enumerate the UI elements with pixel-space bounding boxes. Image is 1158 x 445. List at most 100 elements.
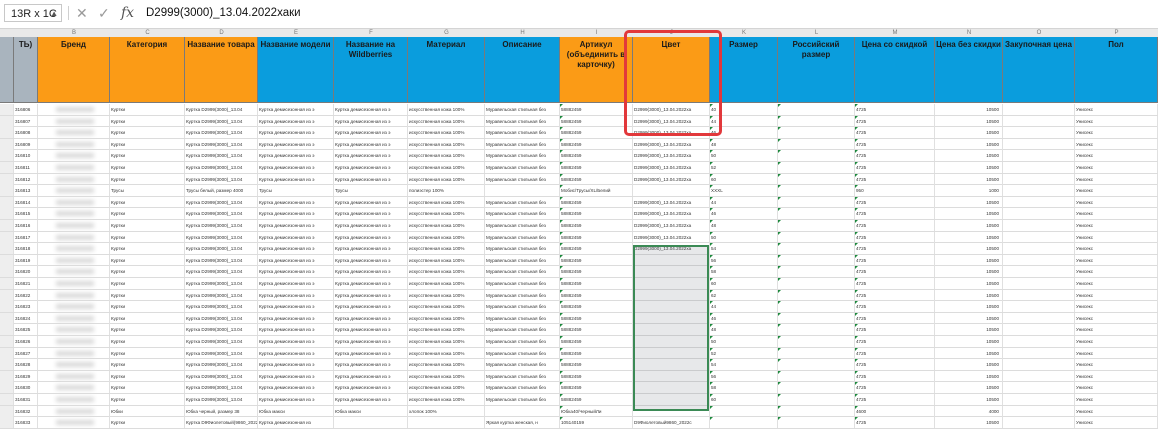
table-cell[interactable]: искусственная кожа 100% <box>408 266 485 278</box>
table-cell[interactable]: 48 <box>710 220 778 231</box>
table-cell[interactable]: Куртка демисезонная из э <box>258 312 334 324</box>
table-cell[interactable]: 50 <box>710 231 778 243</box>
table-cell[interactable]: 58882459 <box>560 370 633 382</box>
table-cell[interactable]: Юбка макси <box>258 405 334 417</box>
brand-cell[interactable] <box>38 254 110 266</box>
table-cell[interactable]: Куртка D2999(3000)_13.04 <box>185 289 258 301</box>
table-cell[interactable] <box>334 417 408 429</box>
table-cell[interactable]: Куртка D2999(3000)_13.04 <box>185 278 258 289</box>
column-letter[interactable]: F <box>334 29 408 37</box>
table-cell[interactable]: Куртка демисезонная из э <box>334 301 408 313</box>
table-cell[interactable]: Куртка демисезонная из э <box>258 104 334 115</box>
table-cell[interactable] <box>485 405 560 417</box>
row-number-cell[interactable] <box>0 394 14 405</box>
table-cell[interactable]: 44 <box>710 301 778 313</box>
table-cell[interactable]: Куртки <box>110 370 185 382</box>
table-cell[interactable]: 4725 <box>855 382 935 394</box>
table-cell[interactable]: искусственная кожа 100% <box>408 359 485 371</box>
table-cell[interactable]: искусственная кожа 100% <box>408 115 485 127</box>
table-cell[interactable]: Унисекс <box>1075 405 1158 417</box>
table-cell[interactable] <box>1003 254 1075 266</box>
table-cell[interactable]: 10500 <box>935 347 1003 359</box>
table-cell[interactable]: Куртка D2999(3000)_13.04 <box>185 382 258 394</box>
table-cell[interactable]: 10500 <box>935 254 1003 266</box>
table-cell[interactable]: 48 <box>710 138 778 150</box>
table-cell[interactable]: Куртка демисезонная из э <box>258 336 334 347</box>
table-cell[interactable] <box>778 370 855 382</box>
table-cell[interactable]: Куртка демисезонная из э <box>258 243 334 255</box>
table-cell[interactable] <box>1003 382 1075 394</box>
table-cell[interactable]: Куртка демисезонная из э <box>258 301 334 313</box>
table-cell[interactable]: 10500 <box>935 312 1003 324</box>
data-grid[interactable]: 316806 Куртки Куртка D2999(3000)_13.04 Курт… <box>0 104 1158 445</box>
table-cell[interactable]: Куртка D2999(3000)_13.04 <box>185 336 258 347</box>
table-cell[interactable]: Куртка демисезонная из э <box>334 115 408 127</box>
table-cell[interactable] <box>1003 104 1075 115</box>
brand-cell[interactable] <box>38 347 110 359</box>
table-cell[interactable]: 4725 <box>855 394 935 405</box>
table-cell[interactable]: Куртки <box>110 301 185 313</box>
table-cell[interactable] <box>778 382 855 394</box>
brand-cell[interactable] <box>38 266 110 278</box>
table-cell[interactable]: Унисекс <box>1075 301 1158 313</box>
table-cell[interactable]: Куртки <box>110 324 185 336</box>
table-cell[interactable]: Куртка демисезонная из э <box>258 347 334 359</box>
table-cell[interactable]: Унисекс <box>1075 417 1158 429</box>
table-cell[interactable]: Унисекс <box>1075 324 1158 336</box>
table-cell[interactable]: Куртка демисезонная из э <box>258 162 334 173</box>
table-cell[interactable]: 52 <box>710 162 778 173</box>
table-row[interactable]: 316831 Куртки Куртка D2999(3000)_13.04 Курт… <box>0 394 1158 406</box>
row-number-cell[interactable] <box>0 173 14 185</box>
header-cell[interactable]: Цена без скидки <box>935 37 1003 103</box>
table-cell[interactable]: Куртки <box>110 173 185 185</box>
table-cell[interactable]: 316807 <box>14 115 38 127</box>
table-cell[interactable] <box>1003 301 1075 313</box>
column-letter[interactable]: E <box>258 29 334 37</box>
table-cell[interactable]: Куртки <box>110 382 185 394</box>
table-cell[interactable]: 316808 <box>14 127 38 139</box>
table-cell[interactable]: 58 <box>710 266 778 278</box>
table-cell[interactable]: 4725 <box>855 347 935 359</box>
table-cell[interactable]: 316814 <box>14 196 38 208</box>
header-cell[interactable]: Цена со скидкой <box>855 37 935 103</box>
table-cell[interactable]: 58882459 <box>560 115 633 127</box>
table-cell[interactable]: Куртки <box>110 220 185 231</box>
row-number-cell[interactable] <box>0 138 14 150</box>
table-cell[interactable]: 10500 <box>935 196 1003 208</box>
table-cell[interactable] <box>778 336 855 347</box>
table-cell[interactable]: Муравельская стильная без <box>485 150 560 162</box>
table-cell[interactable]: Муравельская стильная без <box>485 220 560 231</box>
table-cell[interactable]: Муравельская стильная без <box>485 196 560 208</box>
column-letter[interactable]: G <box>408 29 485 37</box>
brand-cell[interactable] <box>38 336 110 347</box>
table-cell[interactable]: Куртка демисезонная из э <box>334 278 408 289</box>
table-cell[interactable]: Трусы <box>258 185 334 197</box>
table-row[interactable]: 316819 Куртки Куртка D2999(3000)_13.04 Курт… <box>0 254 1158 267</box>
table-cell[interactable]: Куртка D2999(3000)_13.04 <box>185 220 258 231</box>
table-cell[interactable]: искусственная кожа 100% <box>408 173 485 185</box>
table-cell[interactable]: Муравельская стильная без <box>485 104 560 115</box>
row-number-cell[interactable] <box>0 243 14 255</box>
table-cell[interactable]: искусственная кожа 100% <box>408 104 485 115</box>
header-cell[interactable]: Категория <box>110 37 185 103</box>
table-cell[interactable]: 316829 <box>14 370 38 382</box>
table-cell[interactable]: 58882459 <box>560 301 633 313</box>
table-cell[interactable]: 58882459 <box>560 394 633 405</box>
table-cell[interactable]: 10500 <box>935 324 1003 336</box>
table-cell[interactable]: 60 <box>710 394 778 405</box>
table-cell[interactable]: 54 <box>710 359 778 371</box>
table-cell[interactable]: 4725 <box>855 289 935 301</box>
table-cell[interactable] <box>778 324 855 336</box>
table-cell[interactable] <box>778 208 855 220</box>
brand-cell[interactable] <box>38 417 110 429</box>
table-cell[interactable]: Муравельская стильная без <box>485 208 560 220</box>
table-cell[interactable] <box>1003 278 1075 289</box>
row-number-cell[interactable] <box>0 278 14 289</box>
header-cell[interactable]: Описание <box>485 37 560 103</box>
table-row[interactable]: 316808 Куртки Куртка D2999(3000)_13.04 Курт… <box>0 127 1158 139</box>
table-cell[interactable]: Трусы <box>110 185 185 197</box>
table-cell[interactable]: 58882459 <box>560 208 633 220</box>
table-cell[interactable]: 316812 <box>14 173 38 185</box>
table-cell[interactable]: Унисекс <box>1075 394 1158 405</box>
table-cell[interactable]: 58882459 <box>560 254 633 266</box>
